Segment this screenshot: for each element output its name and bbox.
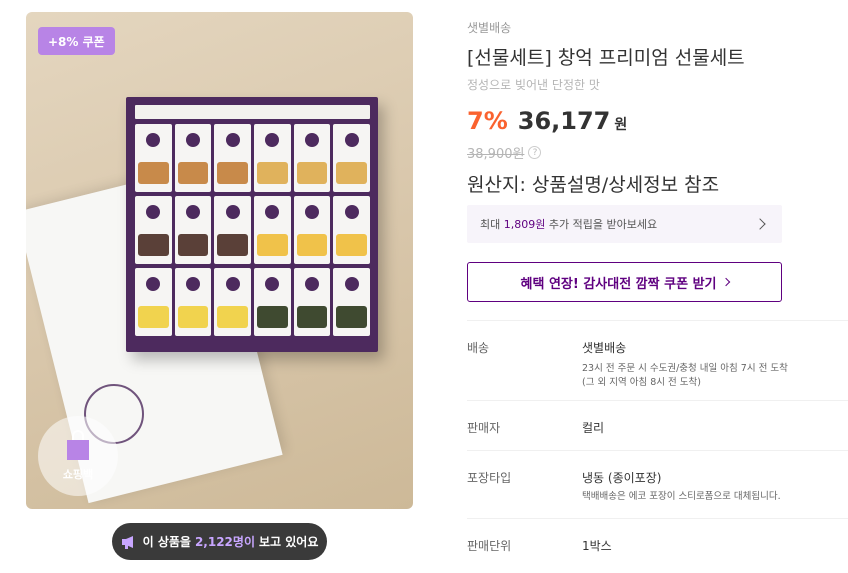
viewers-count: 2,122명이 [194,535,255,549]
sale-price: 36,177 [517,107,611,135]
discount-rate: 7% [467,107,508,135]
reward-amount: 1,809원 [503,218,546,231]
help-icon[interactable]: ? [528,146,542,159]
currency-unit: 원 [614,117,628,133]
coupon-button-label: 혜택 연장! 감사대전 깜짝 쿠폰 받기 [520,276,717,292]
coupon-badge: +8% 쿠폰 [38,27,115,55]
spec-key: 포장타입 [467,471,512,485]
spec-value: 냉동 (종이포장) [582,471,662,485]
original-price-row: 38,900원 ? [467,143,542,162]
spec-note: 택배배송은 에코 포장이 스티로폼으로 대체됩니다. [582,491,781,502]
spec-note: (그 외 지역 아침 8시 전 도착) [582,377,701,388]
spec-table: 배송 샛별배송 23시 전 주문 시 수도권/충청 내일 아침 7시 전 도착 … [467,320,848,573]
original-price: 38,900원 [467,147,525,162]
product-subtitle: 정성으로 빚어낸 단정한 맛 [467,78,600,92]
product-image: +8% 쿠폰 쇼핑백 [26,12,413,509]
spec-key: 판매자 [467,421,501,435]
price-row: 7% 36,177 원 [467,107,627,135]
origin-info: 원산지: 상품설명/상세정보 참조 [467,174,720,196]
chevron-right-icon [721,277,730,287]
viewers-suffix: 보고 있어요 [259,535,319,549]
shopping-bag-label: 쇼핑백 [62,468,94,481]
viewers-count-pill: 이 상품을 2,122명이 보고 있어요 [112,523,327,560]
gift-box [126,97,378,352]
spec-row-seller: 판매자 컬리 [467,400,848,450]
spec-key: 판매단위 [467,539,512,553]
spec-note: 23시 전 주문 시 수도권/충청 내일 아침 7시 전 도착 [582,363,788,374]
spec-value: 1박스 [582,539,612,553]
spec-row-packaging: 포장타입 냉동 (종이포장) 택배배송은 에코 포장이 스티로폼으로 대체됩니다… [467,450,848,518]
shopping-bag-icon [67,430,89,460]
spec-value: 샛별배송 [582,341,627,355]
spec-value: 컬리 [582,421,605,435]
reward-text: 최대 1,809원 추가 적립을 받아보세요 [480,218,658,231]
reward-banner[interactable]: 최대 1,809원 추가 적립을 받아보세요 [467,205,782,243]
shopping-bag-button[interactable]: 쇼핑백 [38,416,118,496]
coupon-download-button[interactable]: 혜택 연장! 감사대전 깜짝 쿠폰 받기 [467,262,782,302]
spec-key: 배송 [467,341,490,355]
delivery-tag: 샛별배송 [467,21,512,35]
viewers-prefix: 이 상품을 [142,535,191,549]
spec-row-delivery: 배송 샛별배송 23시 전 주문 시 수도권/충청 내일 아침 7시 전 도착 … [467,320,848,400]
product-title: [선물세트] 창억 프리미엄 선물세트 [467,47,745,69]
megaphone-icon [121,535,133,549]
chevron-right-icon [754,218,766,230]
spec-row-unit: 판매단위 1박스 [467,518,848,573]
